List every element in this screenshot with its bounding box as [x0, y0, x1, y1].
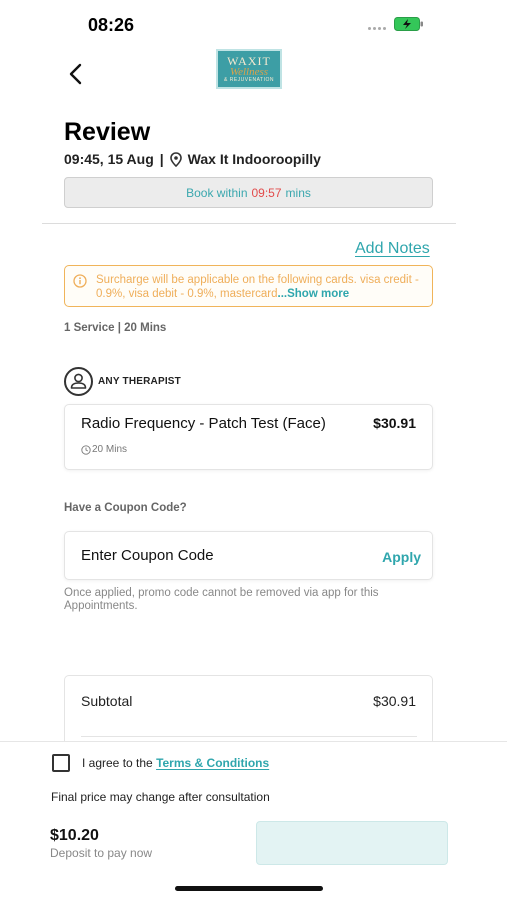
back-chevron-icon[interactable]: [66, 61, 86, 87]
brand-logo: WAXIT Wellness & REJUVENATION: [216, 49, 282, 89]
surcharge-alert: Surcharge will be applicable on the foll…: [64, 265, 433, 307]
services-summary: 1 Service | 20 Mins: [64, 322, 167, 334]
surcharge-text: Surcharge will be applicable on the foll…: [96, 274, 419, 300]
terms-checkbox[interactable]: [52, 754, 70, 772]
page-title: Review: [64, 118, 151, 146]
battery-charging-icon: [394, 17, 423, 31]
show-more-link[interactable]: ...Show more: [278, 288, 350, 300]
pay-button[interactable]: [256, 821, 448, 865]
info-separator: |: [159, 151, 164, 167]
logo-text-sub: & REJUVENATION: [224, 76, 274, 83]
coupon-question: Have a Coupon Code?: [64, 502, 187, 514]
subtotal-label: Subtotal: [81, 693, 133, 709]
service-price: $30.91: [373, 415, 416, 431]
info-icon: [73, 274, 87, 288]
deposit-amount: $10.20: [50, 827, 99, 844]
timer-prefix: Book within: [186, 185, 248, 200]
logo-text-script: Wellness: [229, 65, 269, 78]
add-notes-link[interactable]: Add Notes: [355, 240, 430, 258]
person-icon: [70, 373, 87, 389]
final-price-note: Final price may change after consultatio…: [51, 790, 270, 804]
booking-datetime: 09:45, 15 Aug: [64, 151, 154, 167]
signal-icon: [368, 27, 386, 30]
coupon-note: Once applied, promo code cannot be remov…: [64, 587, 379, 612]
deposit-label: Deposit to pay now: [50, 846, 153, 860]
therapist-avatar-icon: [64, 367, 93, 396]
coupon-card: Enter Coupon Code Apply: [64, 531, 433, 580]
booking-timer-banner: Book within 09:57 mins: [64, 177, 433, 208]
service-duration: 20 Mins: [81, 444, 127, 455]
service-duration-text: 20 Mins: [92, 444, 128, 455]
subtotal-value: $30.91: [373, 693, 416, 709]
therapist-label: ANY THERAPIST: [98, 376, 181, 387]
section-divider: [42, 223, 456, 224]
summary-divider: [81, 736, 417, 737]
logo-text-main: WAXIT: [227, 53, 271, 68]
location-pin-icon: [169, 151, 182, 167]
booking-location: Wax It Indooroopilly: [187, 151, 321, 167]
coupon-code-input[interactable]: Enter Coupon Code: [81, 547, 214, 564]
service-name: Radio Frequency - Patch Test (Face): [81, 415, 326, 432]
home-indicator[interactable]: [175, 886, 323, 891]
timer-suffix: mins: [285, 185, 311, 200]
apply-coupon-button[interactable]: Apply: [382, 549, 421, 565]
service-card: Radio Frequency - Patch Test (Face) $30.…: [64, 404, 433, 470]
clock-icon: [81, 444, 91, 455]
booking-info: 09:45, 15 Aug | Wax It Indooroopilly: [64, 151, 321, 167]
status-time: 08:26: [88, 15, 135, 35]
terms-link[interactable]: Terms & Conditions: [156, 756, 269, 770]
timer-value: 09:57: [251, 185, 282, 200]
agree-prefix: I agree to the: [82, 756, 153, 770]
terms-agreement: I agree to the Terms & Conditions: [82, 756, 269, 770]
